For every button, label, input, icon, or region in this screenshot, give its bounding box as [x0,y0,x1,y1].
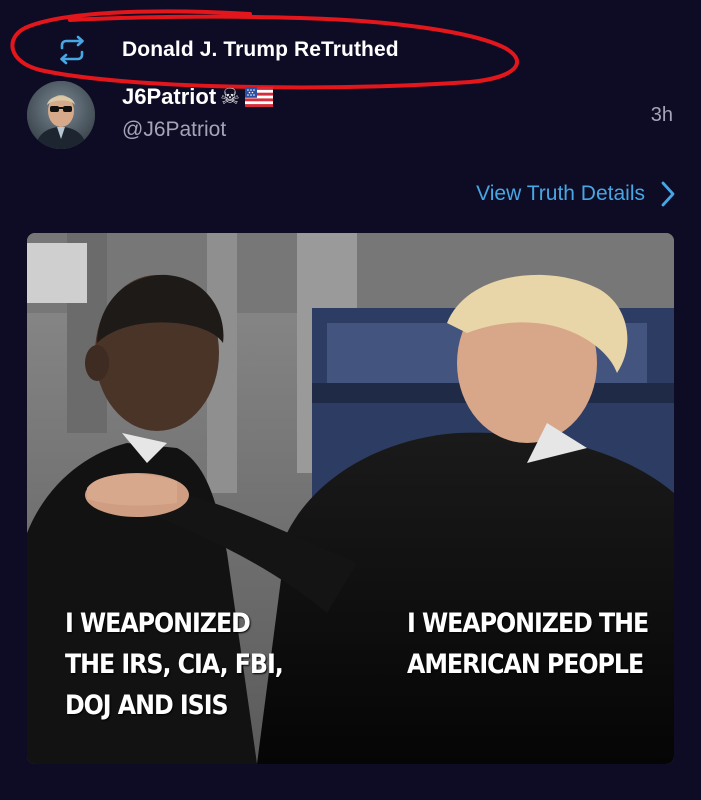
retruth-icon [60,35,84,65]
view-truth-details-link[interactable]: View Truth Details [476,181,675,207]
view-details-label: View Truth Details [476,182,645,205]
meme-left-caption: I WEAPONIZED THE IRS, CIA, FBI, DOJ AND … [65,603,284,726]
truth-post: Donald J. Trump ReTruthed J6Patriot ☠ @J… [0,0,701,800]
meme-left-line: DOJ AND ISIS [65,690,229,721]
avatar-image [27,81,95,149]
author-name-row[interactable]: J6Patriot ☠ [122,84,273,110]
meme-left-line: THE IRS, CIA, FBI, [65,649,284,680]
meme-right-line: AMERICAN PEOPLE [407,649,644,680]
author-name[interactable]: J6Patriot [122,84,216,110]
post-timestamp[interactable]: 3h [651,104,673,127]
meme-right-caption: I WEAPONIZED THE AMERICAN PEOPLE [407,603,649,685]
author-handle[interactable]: @J6Patriot [122,118,226,142]
us-flag-icon [244,87,273,107]
chevron-right-icon [661,181,675,207]
meme-right-line: I WEAPONIZED THE [407,608,649,639]
author-avatar[interactable] [27,81,95,149]
meme-left-line: I WEAPONIZED [65,608,251,639]
retruth-label[interactable]: Donald J. Trump ReTruthed [122,38,399,62]
post-media-image[interactable]: I WEAPONIZED THE IRS, CIA, FBI, DOJ AND … [27,233,674,764]
skull-crossbones-icon: ☠ [220,84,240,109]
retruth-header: Donald J. Trump ReTruthed [55,33,399,67]
